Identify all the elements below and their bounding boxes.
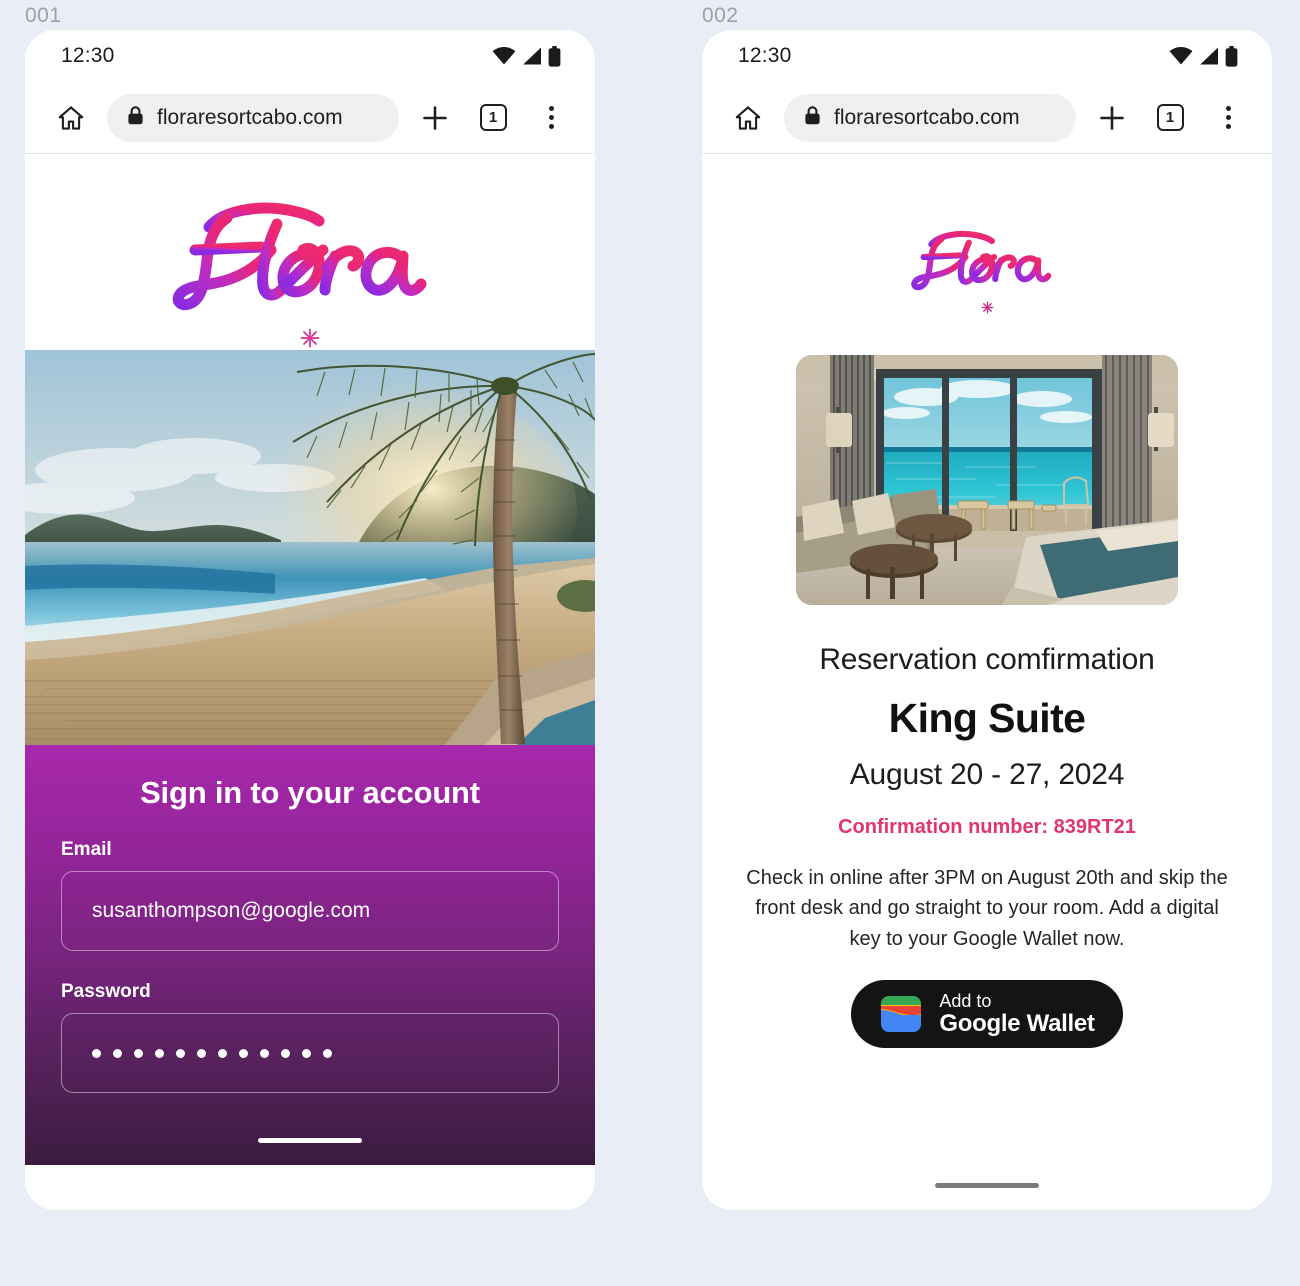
frame-label-002: 002: [702, 4, 739, 27]
home-icon[interactable]: [49, 96, 93, 140]
room-photo: [796, 355, 1178, 605]
url-bar[interactable]: floraresortcabo.com: [107, 93, 399, 142]
google-wallet-icon: [879, 992, 923, 1036]
password-masked-value: [92, 1048, 332, 1058]
frame-label-001: 001: [25, 4, 62, 27]
email-field[interactable]: susanthompson@google.com: [61, 871, 559, 951]
signin-title: Sign in to your account: [140, 775, 480, 810]
asterisk-flower-icon: [981, 301, 993, 314]
cell-signal-icon: [522, 47, 542, 65]
url-text-002: floraresortcabo.com: [834, 105, 1020, 129]
tab-counter-button[interactable]: 1: [471, 96, 515, 140]
email-label: Email: [61, 839, 112, 860]
hero-beach-photo: [25, 350, 595, 745]
screenshot-stage: 001 12:30 floraresortcabo.com 1 Sign in …: [0, 0, 1300, 1286]
cell-signal-icon: [1199, 47, 1219, 65]
wifi-icon: [492, 47, 516, 65]
wifi-icon: [1169, 47, 1193, 65]
flora-wordmark-icon: [911, 230, 1052, 291]
wallet-add-label: Add to: [939, 991, 992, 1012]
tab-count: 1: [479, 104, 507, 131]
phone-mockup-002: 12:30 floraresortcabo.com 1 Reservation …: [702, 30, 1272, 1210]
password-label: Password: [61, 981, 151, 1002]
battery-icon: [1225, 45, 1238, 67]
status-bar-002: 12:30: [702, 30, 1272, 82]
wallet-button-labels: Add to Google Wallet: [939, 991, 1095, 1038]
signin-panel: Sign in to your account Email susanthomp…: [25, 745, 595, 1165]
brand-logo: [25, 154, 595, 350]
flora-wordmark-icon: [172, 202, 427, 311]
url-bar-002[interactable]: floraresortcabo.com: [784, 93, 1076, 142]
kebab-menu-icon[interactable]: [1206, 96, 1250, 140]
confirmation-number: Confirmation number: 839RT21: [838, 816, 1136, 838]
password-field[interactable]: [61, 1013, 559, 1093]
wallet-name-label: Google Wallet: [939, 1010, 1095, 1038]
kebab-menu-icon[interactable]: [529, 96, 573, 140]
plus-icon[interactable]: [413, 96, 457, 140]
status-icons-002: [1169, 45, 1238, 67]
lock-icon: [804, 105, 821, 130]
checkin-instructions: Check in online after 3PM on August 20th…: [746, 867, 1228, 950]
tab-count-002: 1: [1156, 104, 1184, 131]
email-value: susanthompson@google.com: [92, 899, 371, 922]
add-to-google-wallet-button[interactable]: Add to Google Wallet: [851, 980, 1123, 1049]
reservation-dates: August 20 - 27, 2024: [849, 758, 1125, 791]
lock-icon: [127, 105, 144, 130]
home-icon[interactable]: [726, 96, 770, 140]
status-icons: [492, 45, 561, 67]
status-bar: 12:30: [25, 30, 595, 82]
page-content-002: Reservation comfirmation King Suite Augu…: [702, 154, 1272, 1210]
brand-logo-002: [702, 154, 1272, 315]
page-content-001: Sign in to your account Email susanthomp…: [25, 154, 595, 1210]
browser-toolbar-002: floraresortcabo.com 1: [702, 82, 1272, 154]
tab-counter-button[interactable]: 1: [1148, 96, 1192, 140]
home-indicator[interactable]: [258, 1138, 362, 1143]
asterisk-flower-icon: [300, 328, 320, 348]
battery-icon: [548, 45, 561, 67]
plus-icon[interactable]: [1090, 96, 1134, 140]
room-name: King Suite: [888, 695, 1086, 741]
home-indicator-002[interactable]: [935, 1183, 1039, 1188]
browser-toolbar: floraresortcabo.com 1: [25, 82, 595, 154]
reservation-subtitle: Reservation comfirmation: [819, 643, 1155, 676]
status-time: 12:30: [61, 44, 115, 67]
phone-mockup-001: 12:30 floraresortcabo.com 1 Sign in to y…: [25, 30, 595, 1210]
url-text: floraresortcabo.com: [157, 105, 343, 129]
status-time-002: 12:30: [738, 44, 792, 67]
